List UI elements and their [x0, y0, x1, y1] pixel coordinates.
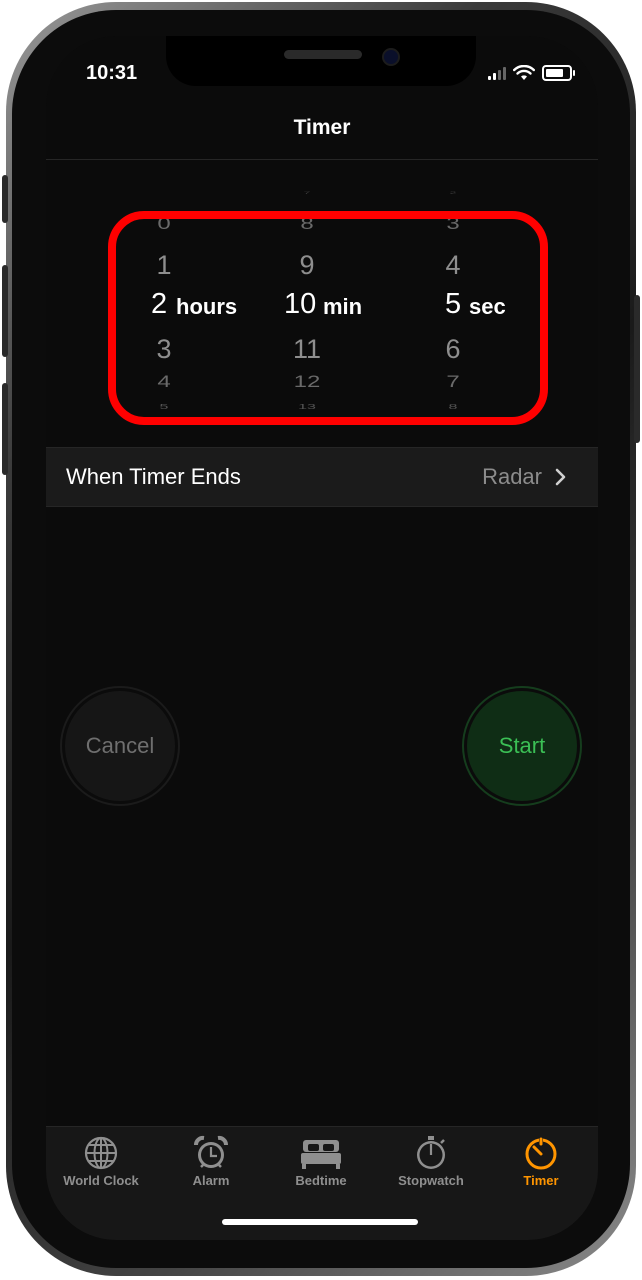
front-camera — [382, 48, 400, 66]
notch — [166, 36, 476, 86]
globe-icon — [84, 1136, 118, 1170]
chevron-right-icon — [555, 468, 566, 486]
timer-icon — [525, 1137, 557, 1170]
screen: 10:31 Timer 0 1 3 4 5 7 8 9 11 12 13 2 3… — [46, 36, 598, 1240]
home-indicator[interactable] — [222, 1219, 418, 1225]
tab-bedtime[interactable]: Bedtime — [266, 1135, 376, 1188]
bed-icon — [301, 1140, 341, 1169]
status-time: 10:31 — [86, 62, 138, 84]
alarm-clock-icon — [193, 1135, 229, 1168]
cancel-button[interactable]: Cancel — [65, 691, 175, 801]
tab-label: Alarm — [192, 1173, 230, 1188]
battery-icon — [542, 65, 575, 81]
tab-label: World Clock — [63, 1173, 139, 1188]
status-icons — [488, 65, 575, 81]
tab-world-clock[interactable]: World Clock — [46, 1135, 156, 1188]
tab-label: Stopwatch — [398, 1173, 464, 1188]
page-title: Timer — [293, 116, 351, 139]
tab-timer[interactable]: Timer — [486, 1135, 596, 1188]
stopwatch-icon — [417, 1136, 445, 1169]
tab-stopwatch[interactable]: Stopwatch — [376, 1135, 486, 1188]
speaker — [284, 50, 362, 59]
tab-alarm[interactable]: Alarm — [156, 1135, 266, 1188]
nav-divider — [46, 159, 598, 160]
volume-up-button — [2, 265, 8, 357]
wifi-icon — [513, 65, 535, 80]
mute-switch — [2, 175, 8, 223]
volume-down-button — [2, 383, 8, 475]
minutes-option[interactable]: 7 — [259, 191, 355, 195]
sound-value: Radar — [482, 464, 542, 489]
cellular-signal-icon — [488, 66, 506, 80]
start-button[interactable]: Start — [467, 691, 577, 801]
when-timer-ends-row[interactable]: When Timer Ends Radar — [46, 447, 598, 507]
red-highlight-box — [108, 211, 548, 425]
side-button — [634, 295, 640, 443]
seconds-option[interactable]: 2 — [405, 191, 501, 195]
tab-label: Bedtime — [295, 1173, 347, 1188]
tab-label: Timer — [523, 1173, 559, 1188]
when-timer-ends-label: When Timer Ends — [66, 464, 241, 489]
